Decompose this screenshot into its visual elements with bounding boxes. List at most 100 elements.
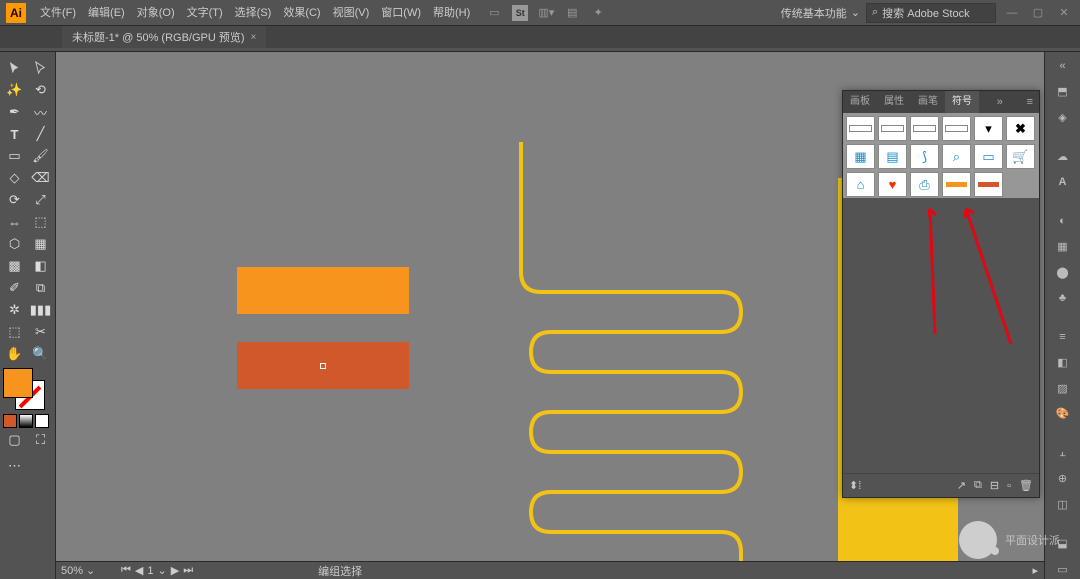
- pen-tool[interactable]: ✒: [3, 102, 27, 122]
- line-tool[interactable]: ╱: [29, 124, 53, 144]
- menu-type[interactable]: 文字(T): [181, 0, 229, 26]
- panel-collapse-icon[interactable]: »: [991, 96, 1009, 108]
- edit-toolbar[interactable]: ⋯: [3, 452, 27, 480]
- fill-color[interactable]: [3, 368, 33, 398]
- menu-object[interactable]: 对象(O): [131, 0, 181, 26]
- symbol-rss-icon[interactable]: ⟆: [910, 144, 939, 169]
- arrange-icon[interactable]: ▥▾: [538, 5, 554, 21]
- symbol-library-menu-icon[interactable]: ⬍⁞: [849, 479, 861, 492]
- symbol-card-icon[interactable]: ▭: [974, 144, 1003, 169]
- symbol-film-icon[interactable]: ▤: [878, 144, 907, 169]
- paintbrush-tool[interactable]: 🖌: [29, 146, 53, 166]
- symbol-options-icon[interactable]: ⊟: [990, 479, 999, 492]
- align-panel-icon[interactable]: ⫠: [1050, 443, 1076, 463]
- scale-tool[interactable]: ⤢: [29, 190, 53, 210]
- lasso-tool[interactable]: ⟲: [29, 80, 53, 100]
- shape-builder-tool[interactable]: ⬡: [3, 234, 27, 254]
- brushes-panel-icon[interactable]: ⬤: [1050, 262, 1076, 282]
- artwork-orange-rect[interactable]: [237, 267, 409, 314]
- prev-artboard-icon[interactable]: ◀: [135, 564, 143, 577]
- minimize-button[interactable]: —: [1002, 6, 1022, 20]
- swatches-panel-icon[interactable]: ▦: [1050, 237, 1076, 257]
- fill-stroke-swatch[interactable]: [3, 368, 45, 410]
- chevron-down-icon[interactable]: ⌄: [158, 564, 167, 577]
- blend-tool[interactable]: ⧉: [29, 278, 53, 298]
- mesh-tool[interactable]: ▩: [3, 256, 27, 276]
- screen-mode-normal[interactable]: ▢: [3, 430, 27, 450]
- workspace-switcher[interactable]: 传统基本功能⌄: [781, 5, 860, 21]
- rocket-icon[interactable]: ✦: [590, 5, 606, 21]
- symbol-sprayer-tool[interactable]: ✲: [3, 300, 27, 320]
- document-tab[interactable]: 未标题-1* @ 50% (RGB/GPU 预览) ×: [62, 26, 266, 48]
- last-artboard-icon[interactable]: ⏭: [183, 564, 193, 577]
- panel-menu-icon[interactable]: ≡: [1021, 96, 1039, 108]
- symbol-grid-icon[interactable]: ▦: [846, 144, 875, 169]
- new-symbol-icon[interactable]: ▫: [1007, 480, 1011, 492]
- symbol-bar-4[interactable]: [942, 116, 971, 141]
- slice-tool[interactable]: ✂: [29, 322, 53, 342]
- perspective-tool[interactable]: ▦: [29, 234, 53, 254]
- artboard-tool[interactable]: ⬚: [3, 322, 27, 342]
- curvature-tool[interactable]: 〰: [29, 102, 53, 122]
- panel-tab-properties[interactable]: 属性: [877, 91, 911, 113]
- free-transform-tool[interactable]: ⬚: [29, 212, 53, 232]
- panel-tab-brushes[interactable]: 画笔: [911, 91, 945, 113]
- transform-panel-icon[interactable]: ⊕: [1050, 469, 1076, 489]
- menu-effect[interactable]: 效果(C): [277, 0, 326, 26]
- stroke-panel-icon[interactable]: ≡: [1050, 327, 1076, 347]
- shaper-tool[interactable]: ◇: [3, 168, 27, 188]
- symbol-dropdown[interactable]: ▾: [974, 116, 1003, 141]
- menu-window[interactable]: 窗口(W): [375, 0, 427, 26]
- character-panel-icon[interactable]: A: [1050, 172, 1076, 192]
- direct-selection-tool[interactable]: [29, 58, 53, 78]
- close-tab-icon[interactable]: ×: [251, 32, 257, 43]
- color-mode-gradient[interactable]: [19, 414, 33, 428]
- zoom-level[interactable]: 50%⌄: [56, 564, 116, 577]
- selection-tool[interactable]: [3, 58, 27, 78]
- artwork-yellow-path[interactable]: [501, 142, 771, 572]
- magic-wand-tool[interactable]: ✨: [3, 80, 27, 100]
- change-screen-mode[interactable]: ⛶: [29, 430, 53, 450]
- close-button[interactable]: ✕: [1054, 6, 1074, 20]
- gradient-panel-icon[interactable]: ◧: [1050, 353, 1076, 373]
- next-artboard-icon[interactable]: ▶: [171, 564, 179, 577]
- delete-symbol-icon[interactable]: 🗑: [1019, 479, 1033, 492]
- type-tool[interactable]: T: [3, 124, 27, 144]
- artwork-red-rect[interactable]: [237, 342, 409, 389]
- color-mode-color[interactable]: [3, 414, 17, 428]
- eyedropper-tool[interactable]: ✐: [3, 278, 27, 298]
- eraser-tool[interactable]: ⌫: [29, 168, 53, 188]
- document-setup-icon[interactable]: ▤: [564, 5, 580, 21]
- color-panel-icon[interactable]: 🎨: [1050, 404, 1076, 424]
- symbol-bar-1[interactable]: [846, 116, 875, 141]
- artboard-navigator[interactable]: ⏮ ◀ 1 ⌄ ▶ ⏭: [116, 564, 198, 577]
- panel-tab-symbols[interactable]: 符号: [945, 91, 979, 113]
- symbol-printer-icon[interactable]: ⎙: [910, 172, 939, 197]
- panel-tab-artboards[interactable]: 画板: [843, 91, 877, 113]
- gradient-tool[interactable]: ◧: [29, 256, 53, 276]
- place-symbol-icon[interactable]: ↗: [957, 479, 966, 492]
- symbol-cart-icon[interactable]: 🛒: [1006, 144, 1035, 169]
- appearance-panel-icon[interactable]: ◐: [1050, 211, 1076, 231]
- menu-view[interactable]: 视图(V): [327, 0, 376, 26]
- properties-panel-icon[interactable]: ⬒: [1050, 82, 1076, 102]
- graph-tool[interactable]: ▮▮▮: [29, 300, 53, 320]
- menu-help[interactable]: 帮助(H): [427, 0, 476, 26]
- transparency-panel-icon[interactable]: ▨: [1050, 379, 1076, 399]
- rectangle-tool[interactable]: ▭: [3, 146, 27, 166]
- symbol-home-icon[interactable]: ⌂: [846, 172, 875, 197]
- menu-edit[interactable]: 编辑(E): [82, 0, 131, 26]
- artboards-panel-icon[interactable]: ▭: [1050, 559, 1076, 579]
- layers-panel-icon[interactable]: ◈: [1050, 107, 1076, 127]
- stock-icon[interactable]: St: [512, 5, 528, 21]
- menu-select[interactable]: 选择(S): [229, 0, 278, 26]
- symbol-bar-2[interactable]: [878, 116, 907, 141]
- symbol-close[interactable]: ✖: [1006, 116, 1035, 141]
- expand-dock-icon[interactable]: «: [1050, 56, 1076, 76]
- libraries-panel-icon[interactable]: ☁: [1050, 146, 1076, 166]
- hand-tool[interactable]: ✋: [3, 344, 27, 364]
- status-menu-icon[interactable]: ▸: [1032, 564, 1038, 577]
- search-input[interactable]: ⌕搜索 Adobe Stock: [866, 3, 996, 23]
- rotate-tool[interactable]: ⟳: [3, 190, 27, 210]
- symbol-bar-3[interactable]: [910, 116, 939, 141]
